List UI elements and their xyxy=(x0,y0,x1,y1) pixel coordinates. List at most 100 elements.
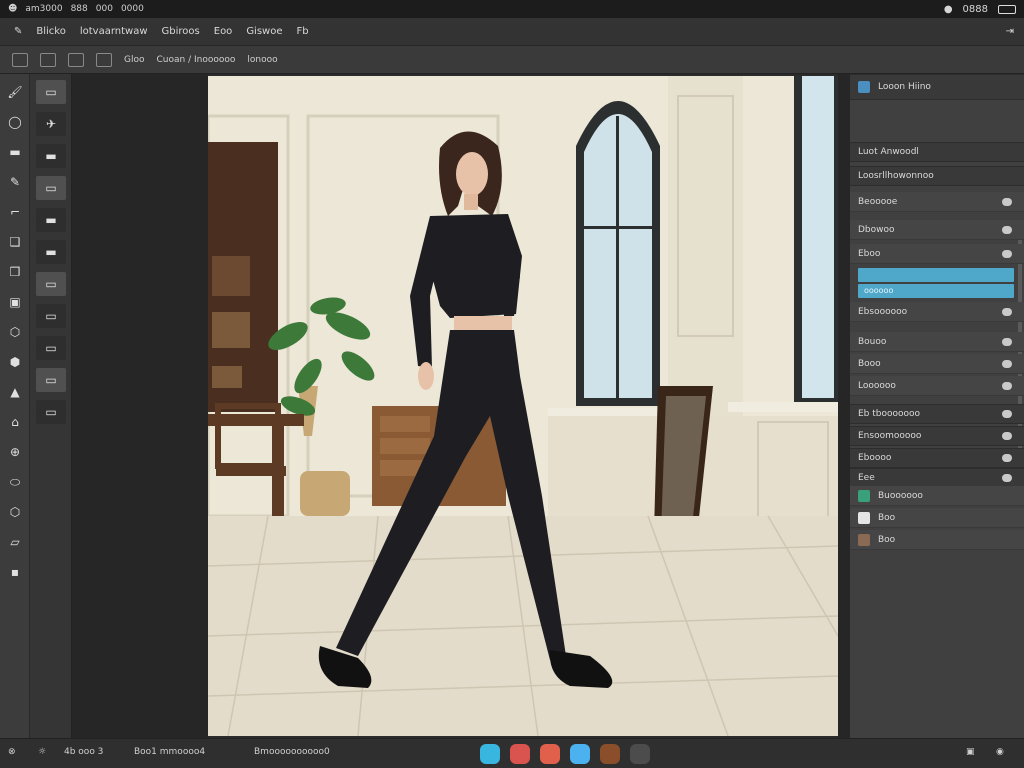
panel-row[interactable]: Eboo xyxy=(850,244,1024,264)
option-label[interactable]: Cuoan / Inoooooo xyxy=(157,55,236,65)
panel-row[interactable]: Eboooo xyxy=(850,448,1024,468)
status-item[interactable]: Boo1 mmoooo4 xyxy=(134,747,205,757)
dock-app-icon[interactable] xyxy=(630,744,650,764)
tool-preset-button[interactable]: ▭ xyxy=(36,336,66,360)
panel-row[interactable]: Eee xyxy=(850,468,1024,488)
tool-icon[interactable]: ✎ xyxy=(4,172,26,192)
tool-icon[interactable]: ⬡ xyxy=(4,502,26,522)
dock-app-icon[interactable] xyxy=(540,744,560,764)
battery-icon[interactable] xyxy=(998,4,1016,14)
system-item[interactable]: 888 xyxy=(71,4,88,14)
tool-icon[interactable]: ⌂ xyxy=(4,412,26,432)
toggle-icon[interactable] xyxy=(1002,225,1012,234)
option-toggle-icon[interactable] xyxy=(96,52,112,67)
menu-item[interactable]: Fb xyxy=(297,26,309,37)
panel-row[interactable]: Ebsoooooo xyxy=(850,302,1024,322)
tool-preset-button[interactable]: ▭ xyxy=(36,400,66,424)
image-canvas[interactable] xyxy=(208,76,838,736)
panel-row[interactable]: Ensoomooooo xyxy=(850,426,1024,446)
option-toggle-icon[interactable] xyxy=(40,52,56,67)
layer-row[interactable]: Boo xyxy=(850,508,1024,528)
share-icon[interactable]: ⇥ xyxy=(1006,26,1014,37)
tool-preset-button[interactable]: ▬ xyxy=(36,144,66,168)
toggle-icon[interactable] xyxy=(1002,474,1012,482)
option-label[interactable]: lonooo xyxy=(247,55,277,65)
tool-preset-button[interactable]: ▭ xyxy=(36,176,66,200)
toggle-icon[interactable] xyxy=(1002,454,1012,462)
panel-row[interactable]: Dbowoo xyxy=(850,220,1024,240)
panel-row[interactable]: Luot Anwoodl xyxy=(850,142,1024,162)
dock-app-icon[interactable] xyxy=(510,744,530,764)
option-toggle-icon[interactable] xyxy=(68,52,84,67)
tool-icon[interactable]: 🖌 xyxy=(4,82,26,102)
tool-preset-button[interactable]: ▭ xyxy=(36,272,66,296)
option-toggle-icon[interactable] xyxy=(12,52,28,67)
menu-item[interactable]: Blicko xyxy=(36,26,65,37)
tool-preset-button[interactable]: ✈ xyxy=(36,112,66,136)
panel-row[interactable]: Loooooo xyxy=(850,376,1024,396)
toggle-icon[interactable] xyxy=(1002,359,1012,368)
status-item[interactable]: 4b ooo 3 xyxy=(64,747,103,757)
tool-icon[interactable]: ▱ xyxy=(4,532,26,552)
toggle-icon[interactable] xyxy=(1002,337,1012,346)
toggle-icon[interactable] xyxy=(1002,410,1012,418)
menu-item[interactable]: Giswoe xyxy=(246,26,282,37)
value-slider[interactable]: oooooo xyxy=(858,284,1014,298)
layer-row[interactable]: Boo xyxy=(850,530,1024,550)
tool-icon[interactable]: ▣ xyxy=(4,292,26,312)
toggle-icon[interactable] xyxy=(1002,381,1012,390)
panel-row-label: Beooooe xyxy=(858,196,898,207)
panel-row-label: Dbowoo xyxy=(858,224,895,235)
menu-item[interactable]: lotvaarntwaw xyxy=(80,26,148,37)
layer-row[interactable]: Buoooooo xyxy=(850,486,1024,506)
menu-item[interactable]: Eoo xyxy=(214,26,233,37)
tool-icon[interactable]: ⬡ xyxy=(4,322,26,342)
dock-app-icon[interactable] xyxy=(480,744,500,764)
system-item[interactable]: 000 xyxy=(96,4,113,14)
wifi-icon[interactable]: ● xyxy=(944,4,953,15)
layer-name: Boo xyxy=(878,534,896,545)
system-item[interactable]: 0000 xyxy=(121,4,144,14)
system-item[interactable]: am3000 xyxy=(25,4,62,14)
tool-icon[interactable]: ⬢ xyxy=(4,352,26,372)
toggle-icon[interactable] xyxy=(1002,432,1012,440)
tool-preset-button[interactable]: ▭ xyxy=(36,368,66,392)
tool-icon[interactable]: ❒ xyxy=(4,262,26,282)
tool-preset-button[interactable]: ▭ xyxy=(36,80,66,104)
tool-icon[interactable]: ⊕ xyxy=(4,442,26,462)
tool-icon[interactable]: ▪ xyxy=(4,562,26,582)
value-slider[interactable] xyxy=(858,268,1014,282)
panel-row-label: Eboooo xyxy=(858,453,892,463)
status-item[interactable]: ⊗ xyxy=(8,747,16,757)
status-item[interactable]: ☼ xyxy=(38,747,46,757)
menu-item[interactable]: Gbiroos xyxy=(162,26,200,37)
panel-row[interactable]: Loosrllhowonnoo xyxy=(850,166,1024,186)
toggle-icon[interactable] xyxy=(1002,197,1012,206)
panel-row[interactable]: Beooooe xyxy=(850,192,1024,212)
tool-preset-button[interactable]: ▬ xyxy=(36,208,66,232)
panel-row[interactable]: Bouoo xyxy=(850,332,1024,352)
toggle-icon[interactable] xyxy=(1002,249,1012,258)
status-icon[interactable]: ◉ xyxy=(996,747,1004,757)
tool-icon[interactable]: ◯ xyxy=(4,112,26,132)
toggle-icon[interactable] xyxy=(1002,307,1012,316)
panel-gutter xyxy=(838,74,850,738)
pen-tool-icon[interactable]: ✎ xyxy=(14,26,22,37)
status-item[interactable]: Bmoooooooooo0 xyxy=(254,747,330,757)
layer-thumbnail xyxy=(858,533,870,546)
status-icon[interactable]: ▣ xyxy=(966,747,975,757)
panel-row[interactable]: Eb tbooooooo xyxy=(850,404,1024,424)
option-label[interactable]: Gloo xyxy=(124,55,145,65)
tool-icon[interactable]: ❑ xyxy=(4,232,26,252)
tool-icon[interactable]: ⬭ xyxy=(4,472,26,492)
tool-preset-button[interactable]: ▭ xyxy=(36,304,66,328)
tool-icon[interactable]: ⌐ xyxy=(4,202,26,222)
tool-preset-button[interactable]: ▬ xyxy=(36,240,66,264)
dock-app-icon[interactable] xyxy=(570,744,590,764)
tool-icon[interactable]: ▬ xyxy=(4,142,26,162)
system-logo-icon[interactable]: ☻ xyxy=(8,4,17,14)
tool-icon[interactable]: ▲ xyxy=(4,382,26,402)
table xyxy=(208,414,304,426)
dock-app-icon[interactable] xyxy=(600,744,620,764)
panel-row[interactable]: Booo xyxy=(850,354,1024,374)
